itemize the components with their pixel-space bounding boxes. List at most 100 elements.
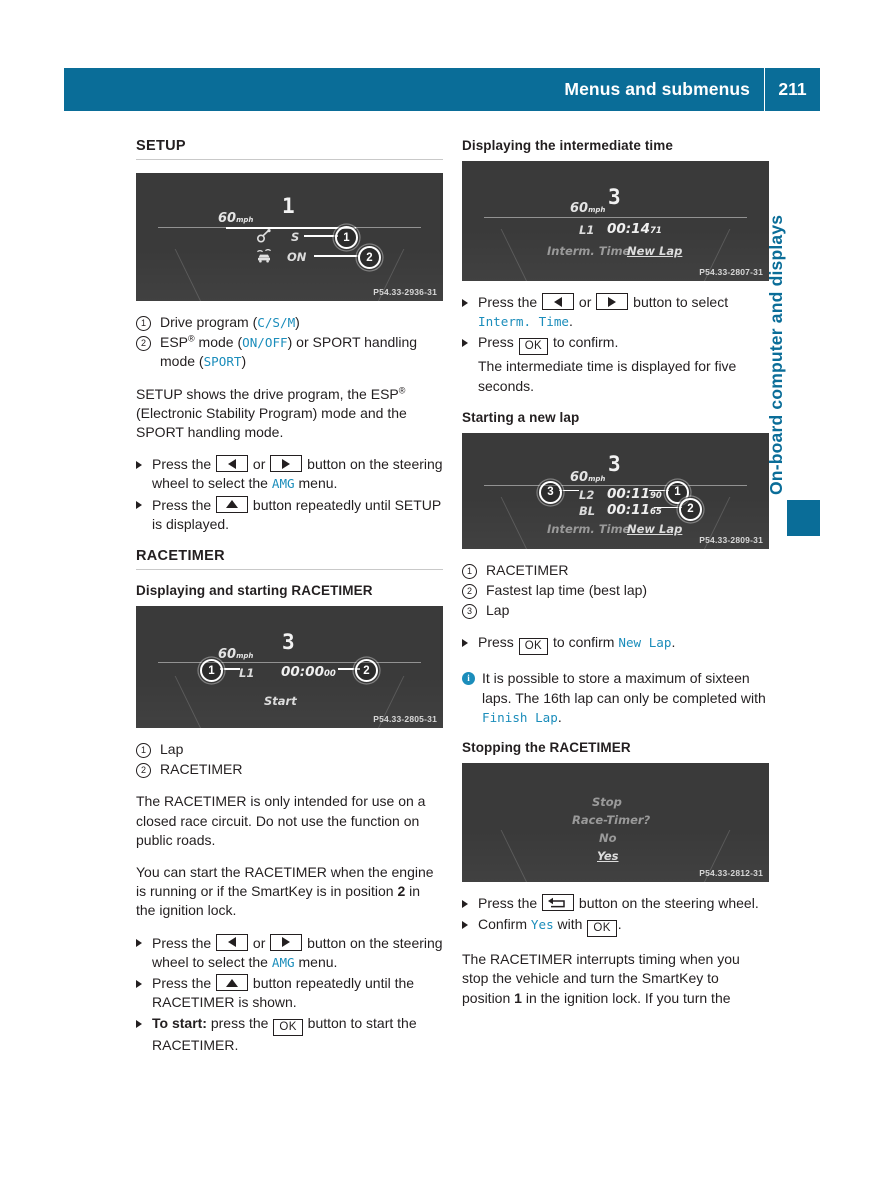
instruction-step: Press the button on the steering wheel.	[462, 894, 769, 913]
paragraph-part-b: (Electronic Stability Program) mode and …	[136, 404, 407, 441]
callout-2: 2	[355, 659, 378, 683]
subheading-stopping-racetimer: Stopping the RACETIMER	[462, 740, 631, 756]
legend-number: 1	[136, 316, 151, 331]
step-text-pre: Confirm	[478, 916, 531, 933]
arrow-right-key[interactable]	[270, 933, 303, 951]
legend-item: 2 Fastest lap time (best lap)	[462, 581, 769, 600]
instruction-step: Press the or button on the steering whee…	[136, 455, 443, 493]
paragraph-part-b: in the ignition lock. If you turn the	[521, 989, 731, 1006]
registered-mark: ®	[188, 333, 195, 344]
menu-item-new-lap: New Lap	[627, 244, 683, 258]
legend-number: 3	[462, 604, 477, 620]
ok-key[interactable]: OK	[587, 920, 617, 938]
speed-readout: 60mph	[218, 211, 254, 226]
step-text-tail: .	[671, 634, 676, 651]
note-text-pre: It is possible to store a maximum of six…	[482, 670, 766, 706]
figure-code: P54.33-2805-31	[373, 714, 437, 725]
arrow-right-key[interactable]	[596, 293, 629, 310]
arrow-left-key[interactable]	[216, 455, 249, 473]
legend-item: 2 ESP® mode (ON/OFF) or SPORT handling m…	[136, 333, 443, 371]
lap-label: L1	[239, 666, 255, 681]
arrow-up-key[interactable]	[216, 495, 249, 513]
paragraph-racetimer-start-conditions: You can start the RACETIMER when the eng…	[136, 863, 443, 921]
legend-prefix: Drive program (	[160, 314, 258, 330]
legend-text: Drive program (C/S/M)	[160, 313, 443, 332]
figure-racetimer-display: 3 60mph L1 00:0000 Start 1 2 P54.33-2805…	[136, 606, 443, 729]
leader-line-3	[559, 489, 579, 492]
note-text-post: .	[557, 708, 562, 725]
leader-line-2	[314, 255, 359, 257]
subheading-starting-new-lap: Starting a new lap	[462, 409, 580, 425]
lap-time-value: 00:1190	[607, 485, 662, 502]
horizon-line	[484, 217, 747, 218]
ok-key[interactable]: OK	[518, 338, 549, 356]
registered-mark: ®	[398, 384, 406, 395]
paragraph-part-a: SETUP shows the drive program, the ESP	[136, 385, 399, 402]
section-heading-setup: SETUP	[136, 138, 186, 154]
bullet-triangle-icon	[136, 501, 142, 510]
arrow-up-key[interactable]	[216, 974, 249, 992]
drive-program-value: S	[291, 230, 300, 244]
instruction-step: Press OK to confirm.	[462, 333, 769, 356]
esp-car-icon	[257, 249, 271, 263]
step-text-bold: To start:	[152, 1015, 207, 1032]
step-text-post: .	[617, 916, 622, 933]
legend-text: Lap	[160, 741, 184, 758]
section-heading-racetimer: RACETIMER	[136, 548, 225, 565]
step-code: AMG	[271, 954, 295, 970]
arrow-right-key[interactable]	[270, 455, 303, 473]
ok-key[interactable]: OK	[518, 638, 549, 656]
legend-code2: SPORT	[203, 354, 242, 370]
page-number: 211	[778, 79, 807, 99]
legend-number: 2	[136, 336, 151, 352]
bullet-triangle-icon	[462, 638, 468, 647]
step-text-mid: or	[249, 934, 270, 951]
drive-program-icon	[256, 229, 273, 247]
chapter-side-tab: On-board computer and displays	[766, 155, 811, 495]
instruction-step: Press the or button to select Interm. Ti…	[462, 293, 769, 331]
arrow-left-key[interactable]	[216, 933, 249, 951]
step-code: Yes	[530, 917, 554, 933]
step-text-post: button on the steering wheel.	[575, 895, 759, 912]
figure-intermediate-time-display: 3 60mph L1 00:1471 Interm. Time New Lap …	[462, 161, 769, 281]
bullet-triangle-icon	[136, 460, 142, 469]
menu-item-interm-time: Interm. Time	[547, 521, 631, 536]
legend-suffix: )	[241, 353, 247, 370]
callout-1: 1	[200, 659, 223, 683]
step-text-pre: press the	[206, 1015, 273, 1032]
instruction-step: Press the button repeatedly until the RA…	[136, 974, 443, 1012]
back-key[interactable]	[542, 894, 575, 912]
figure-setup-display: 1 60mph S ON 1 2 P54.33-2936-31	[136, 173, 443, 301]
step-text-pre: Press the	[152, 456, 216, 473]
esp-state-value: ON	[287, 250, 307, 264]
step-text-pre: Press the	[478, 294, 542, 310]
figure-new-lap-display: 3 60mph L2 00:1190 BL 00:1165 Interm. Ti…	[462, 432, 769, 549]
step-text-tail: menu.	[294, 475, 338, 492]
bullet-triangle-icon	[462, 920, 468, 929]
step-text-pre: Press the	[152, 496, 216, 513]
gear-indicator: 1	[282, 194, 295, 218]
ok-key[interactable]: OK	[273, 1019, 303, 1037]
step-code: New Lap	[618, 635, 672, 651]
lap-time: 00:0000	[281, 664, 336, 681]
legend-text: ESP® mode (ON/OFF) or SPORT handling mod…	[160, 333, 443, 371]
step-text-tail: .	[569, 313, 573, 330]
step-text-mid: or	[575, 294, 596, 310]
best-lap-label: BL	[579, 503, 596, 518]
legend-text: RACETIMER	[486, 561, 569, 578]
gear-indicator: 3	[608, 451, 621, 476]
step-text-pre: Press the	[152, 975, 216, 992]
leader-line-top	[226, 227, 356, 229]
legend-number: 2	[462, 584, 477, 600]
legend-racetimer: 1 Lap 2 RACETIMER	[136, 740, 443, 779]
legend-text: Lap	[486, 602, 510, 619]
instruction-list-stopping: Press the button on the steering wheel. …	[462, 894, 769, 938]
step-text-mid: with	[553, 916, 587, 933]
dialog-option-no: No	[599, 831, 617, 846]
callout-1: 1	[335, 226, 358, 249]
step-text-post: button to select	[629, 294, 729, 310]
bullet-triangle-icon	[462, 899, 468, 908]
arrow-left-key[interactable]	[542, 293, 575, 310]
gear-shift-icon	[256, 229, 271, 243]
horizon-line	[158, 662, 421, 664]
